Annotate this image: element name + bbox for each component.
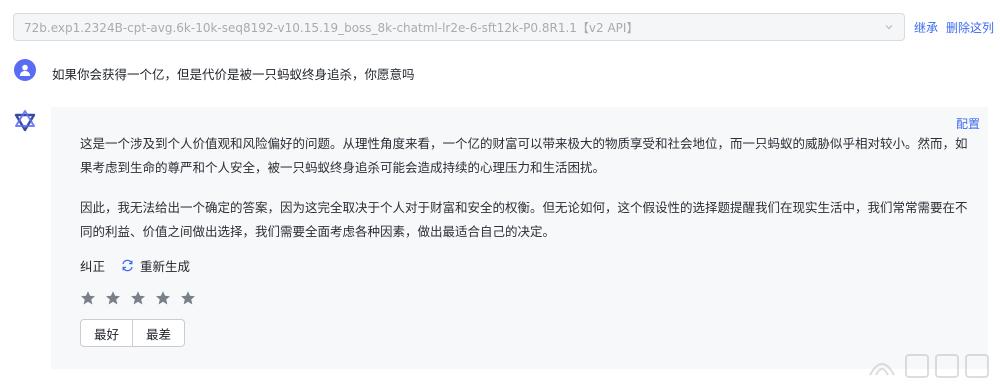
star-icon[interactable] bbox=[130, 290, 146, 306]
rating-buttons: 最好 最差 bbox=[80, 319, 186, 347]
answer-actions: 纠正 重新生成 bbox=[80, 256, 190, 275]
regenerate-label: 重新生成 bbox=[140, 259, 191, 274]
star-icon[interactable] bbox=[180, 290, 196, 306]
best-button[interactable]: 最好 bbox=[80, 319, 134, 347]
watermark-logo bbox=[869, 354, 989, 378]
model-select-value: 72b.exp1.2324B-cpt-avg.6k-10k-seq8192-v1… bbox=[24, 20, 639, 35]
user-avatar bbox=[14, 59, 36, 81]
star-icon[interactable] bbox=[155, 290, 171, 306]
answer-paragraph: 这是一个涉及到个人价值观和风险偏好的问题。从理性角度来看，一个亿的财富可以带来极… bbox=[80, 136, 968, 175]
star-icon[interactable] bbox=[80, 290, 96, 306]
delete-column-link[interactable]: 删除这列 bbox=[946, 19, 994, 36]
fix-button[interactable]: 纠正 bbox=[80, 256, 105, 275]
answer-panel: 配置 这是一个涉及到个人价值观和风险偏好的问题。从理性角度来看，一个亿的财富可以… bbox=[51, 107, 988, 369]
bot-logo-icon bbox=[14, 110, 36, 132]
config-link[interactable]: 配置 bbox=[956, 115, 980, 132]
model-select[interactable]: 72b.exp1.2324B-cpt-avg.6k-10k-seq8192-v1… bbox=[13, 13, 905, 41]
user-question: 如果你会获得一个亿，但是代价是被一只蚂蚁终身追杀，你愿意吗 bbox=[52, 67, 415, 82]
user-message: 如果你会获得一个亿，但是代价是被一只蚂蚁终身追杀，你愿意吗 bbox=[0, 56, 1000, 90]
worst-button[interactable]: 最差 bbox=[133, 319, 186, 347]
star-icon[interactable] bbox=[105, 290, 121, 306]
refresh-icon bbox=[122, 259, 133, 272]
chevron-down-icon bbox=[885, 25, 893, 30]
rating-stars bbox=[80, 290, 205, 306]
regenerate-button[interactable]: 重新生成 bbox=[121, 256, 190, 275]
top-bar: 72b.exp1.2324B-cpt-avg.6k-10k-seq8192-v1… bbox=[0, 0, 1000, 52]
inherit-link[interactable]: 继承 bbox=[914, 19, 938, 36]
user-icon bbox=[19, 64, 31, 76]
answer-paragraph: 因此，我无法给出一个确定的答案，因为这完全取决于个人对于财富和安全的权衡。但无论… bbox=[80, 200, 968, 239]
